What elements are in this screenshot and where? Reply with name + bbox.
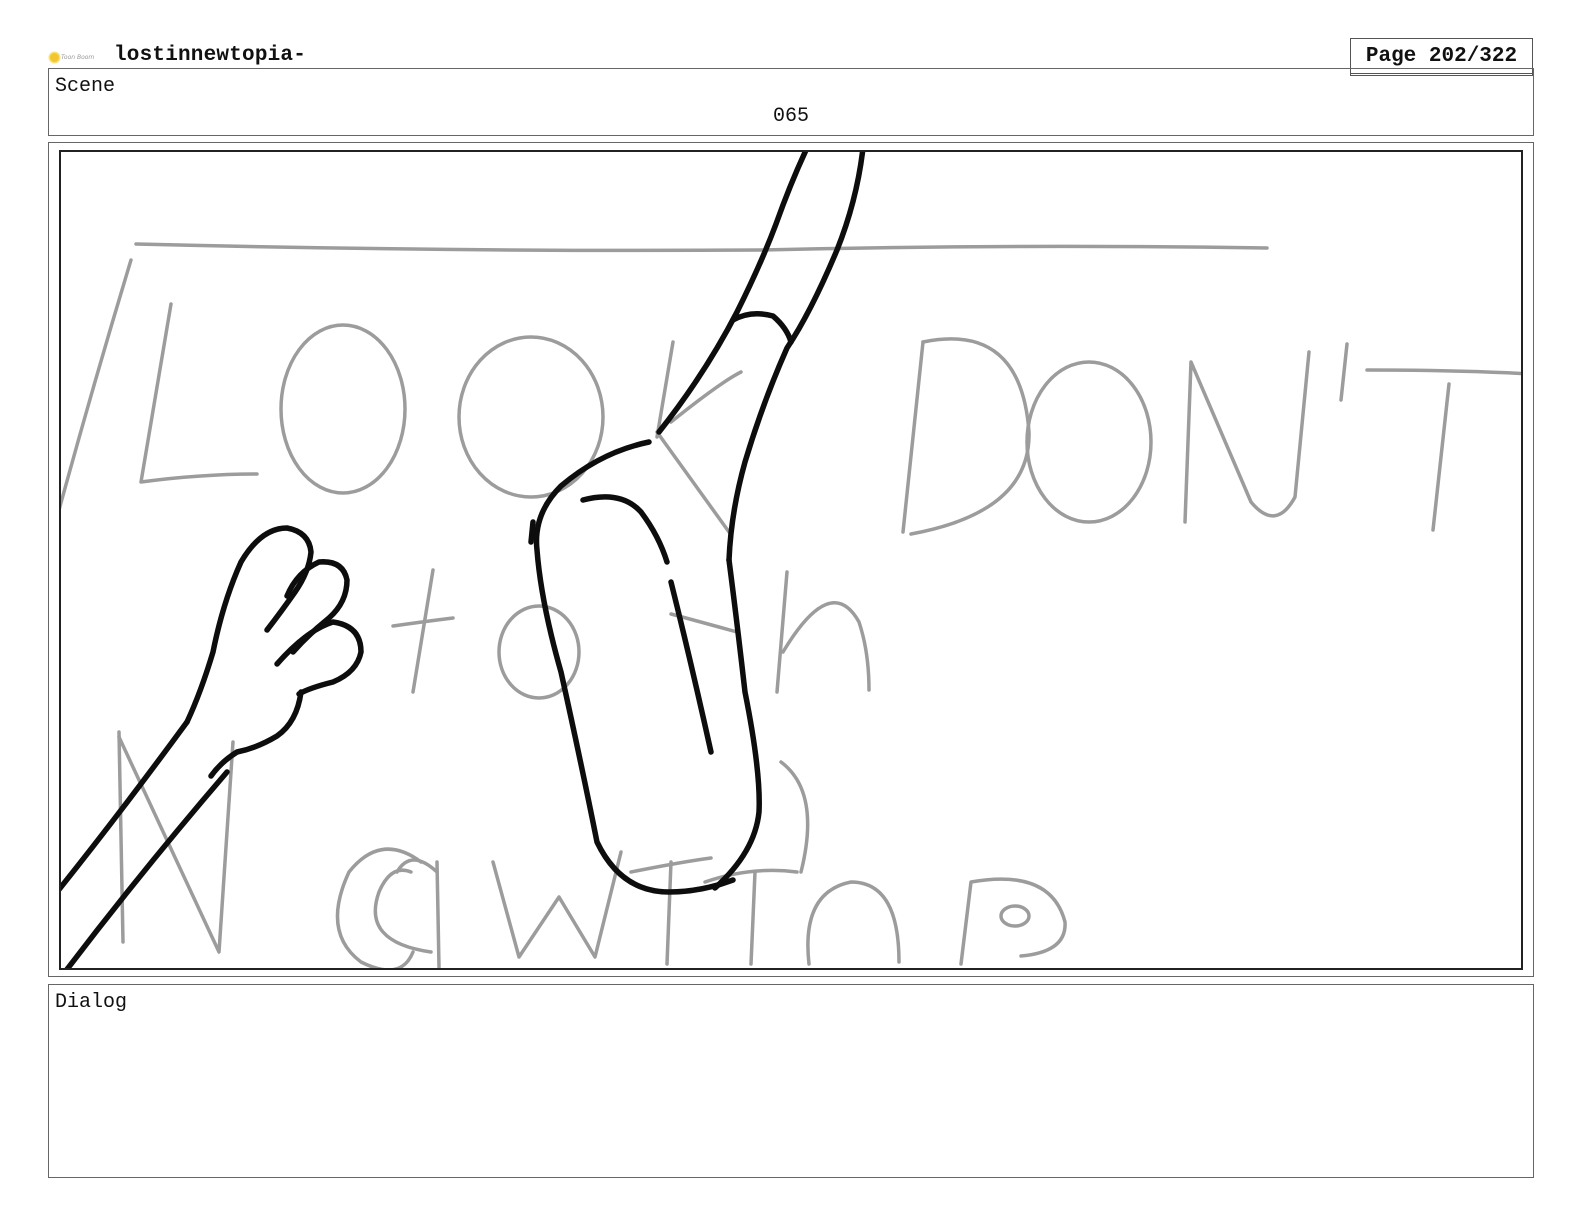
- sketch-drawing: [61, 152, 1521, 968]
- logo-text: Toon Boom: [61, 53, 95, 61]
- toon-boom-logo: Toon Boom: [50, 50, 100, 64]
- storyboard-panel-frame: [48, 142, 1534, 977]
- dialog-field: Dialog: [48, 984, 1534, 1178]
- scene-label: Scene: [55, 75, 116, 98]
- storyboard-panel-drawing: [59, 150, 1523, 970]
- project-title: lostinnewtopia-: [114, 44, 307, 67]
- scene-number: 065: [772, 105, 809, 128]
- sun-icon: [50, 52, 59, 62]
- scene-field: Scene 065: [48, 68, 1534, 136]
- sign-lettering-sketch: [61, 242, 1521, 968]
- dialog-label: Dialog: [55, 991, 128, 1014]
- hand-and-stick-sketch: [61, 152, 866, 968]
